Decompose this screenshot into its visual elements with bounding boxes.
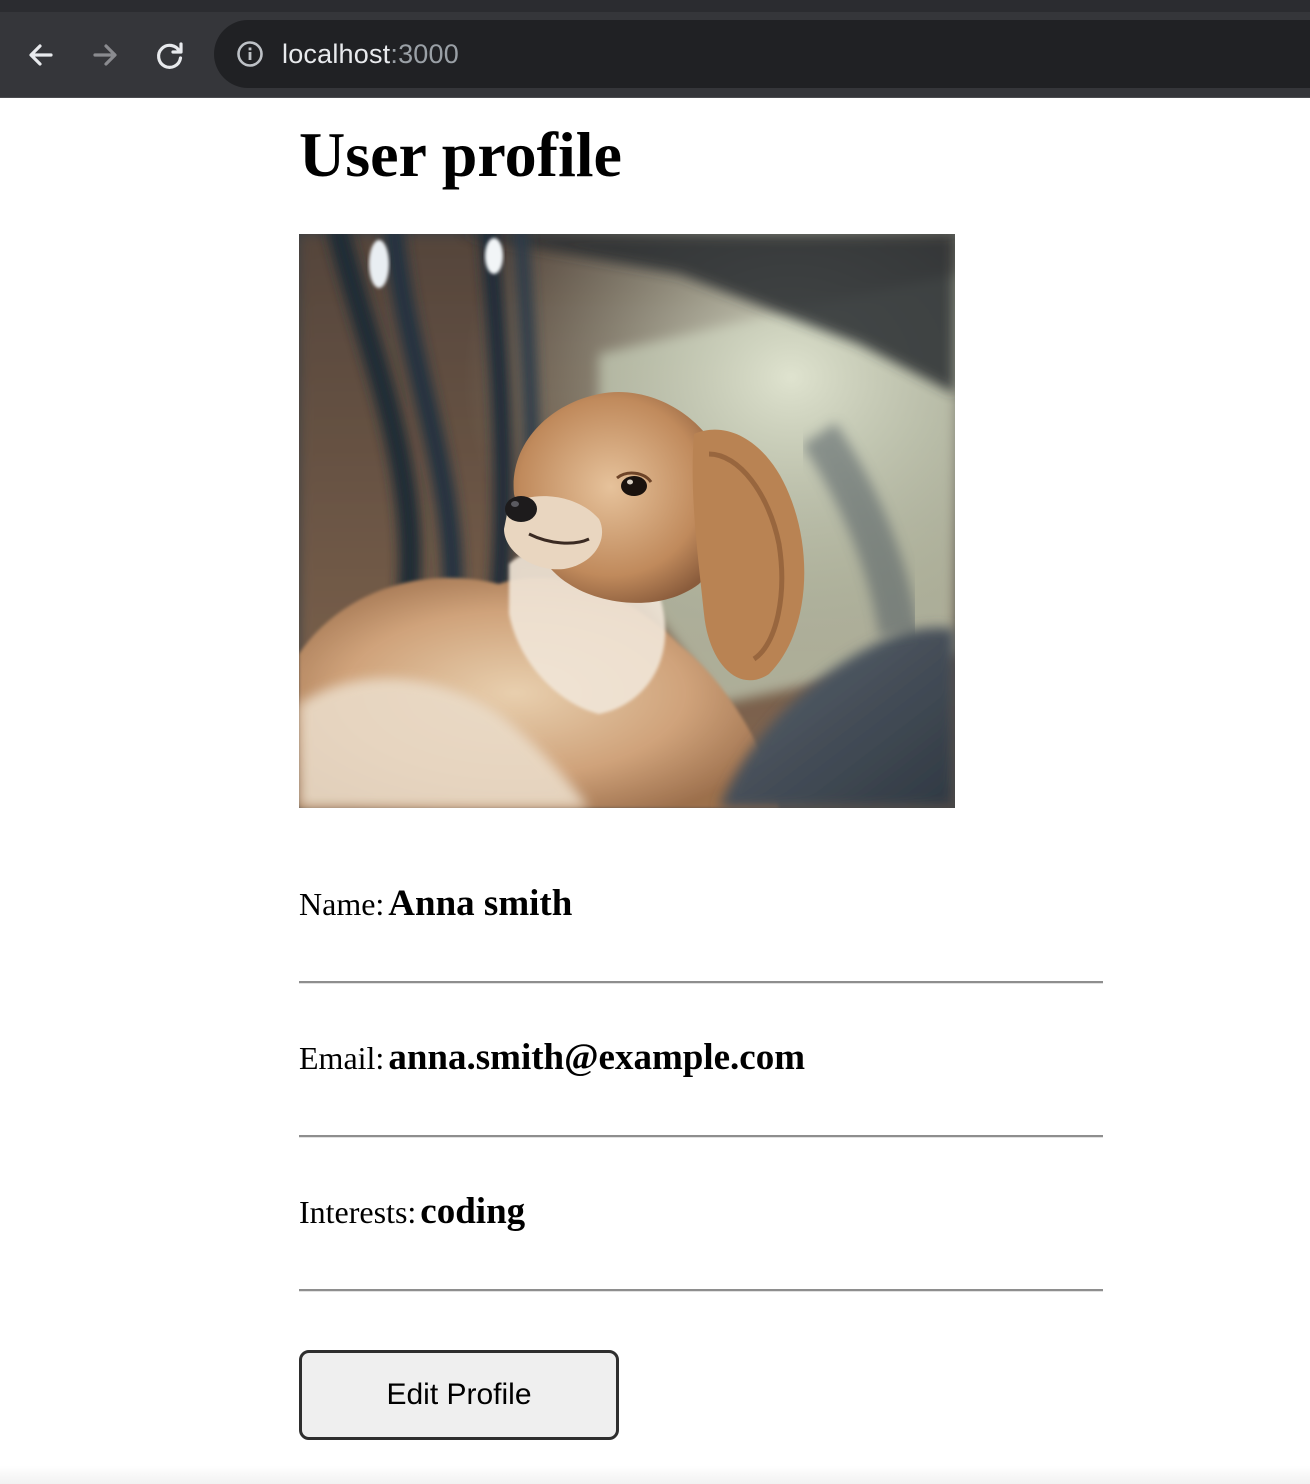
arrow-right-icon [93,44,117,66]
page-title: User profile [299,119,622,190]
browser-toolbar: localhost:3000 [0,12,1310,98]
url-host: localhost [282,39,391,69]
edit-profile-button[interactable]: Edit Profile [299,1350,619,1440]
browser-tab-strip [0,0,1310,12]
divider [299,1289,1103,1292]
interests-label: Interests: [299,1194,417,1230]
back-button[interactable] [21,35,61,75]
name-field: Name: Anna smith [299,882,1103,925]
reload-button[interactable] [150,35,190,75]
reload-icon [157,42,183,69]
divider [299,981,1103,984]
page-bottom-shadow [0,1466,1310,1484]
email-value: anna.smith@example.com [388,1037,806,1078]
info-circle-icon[interactable] [236,40,264,68]
divider [299,1135,1103,1138]
name-value: Anna smith [388,883,573,924]
interests-value: coding [420,1191,526,1232]
url-port: :3000 [390,39,459,69]
forward-button[interactable] [85,35,125,75]
url-text[interactable]: localhost:3000 [282,20,459,88]
name-label: Name: [299,886,385,922]
email-label: Email: [299,1040,385,1076]
email-field: Email: anna.smith@example.com [299,1036,1103,1079]
arrow-left-icon [29,44,53,66]
interests-field: Interests: coding [299,1190,1103,1233]
address-bar[interactable]: localhost:3000 [214,20,1310,88]
profile-photo [299,234,955,808]
